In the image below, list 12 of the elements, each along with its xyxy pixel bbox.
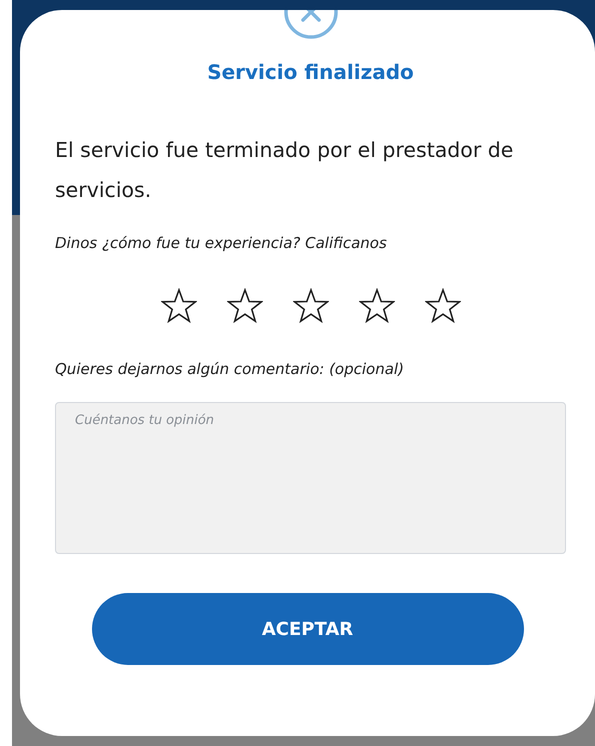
star-icon[interactable] xyxy=(292,288,328,324)
star-icon[interactable] xyxy=(424,288,460,324)
comment-label: Quieres dejarnos algún comentario: (opcional) xyxy=(55,360,405,378)
star-icon[interactable] xyxy=(160,288,196,324)
comment-field[interactable]: Cuéntanos tu opinión xyxy=(55,402,566,554)
message-text: El servicio fue terminado por el prestador de servicios. xyxy=(55,137,514,204)
rating-prompt: Dinos ¿cómo fue tu experiencia? Calificanos xyxy=(55,234,388,252)
dialog-title: Servicio finalizado xyxy=(207,60,414,84)
accept-button[interactable]: ACEPTAR xyxy=(92,593,524,665)
star-rating[interactable] xyxy=(160,288,460,324)
star-icon[interactable] xyxy=(226,288,262,324)
star-icon[interactable] xyxy=(358,288,394,324)
